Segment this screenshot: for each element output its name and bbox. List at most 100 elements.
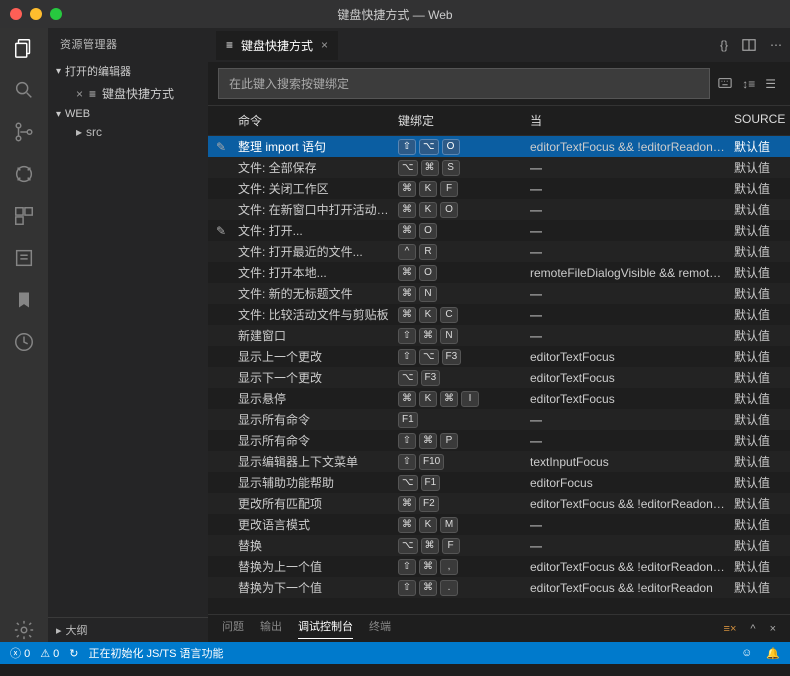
keybinding-row[interactable]: ✎整理 import 语句⇧⌥OeditorTextFocus && !edit… [208, 136, 790, 157]
close-icon[interactable]: × [76, 87, 83, 101]
record-keys-icon[interactable] [718, 77, 732, 91]
sort-icon[interactable]: ↕≡ [742, 77, 755, 91]
editor-area: ≡ 键盘快捷方式 × {} ⋯ 在此键入搜索按键绑定 ↕≡ ☰ 命令 键绑定 当… [208, 28, 790, 642]
when-label: textInputFocus [518, 455, 734, 469]
keycap: N [419, 286, 437, 302]
keybinding-row[interactable]: 显示编辑器上下文菜单⇧F10textInputFocus默认值 [208, 451, 790, 472]
status-errors[interactable]: ⓧ 0 [10, 645, 30, 661]
panel-tab[interactable]: 问题 [222, 618, 244, 639]
source-control-icon[interactable] [12, 120, 36, 144]
debug-icon[interactable] [12, 162, 36, 186]
edit-icon[interactable]: ✎ [216, 140, 226, 154]
source-label: 默认值 [734, 537, 790, 554]
keybinding-row[interactable]: 替换为上一个值⇧⌘,editorTextFocus && !editorRead… [208, 556, 790, 577]
keybinding-row[interactable]: 文件: 比较活动文件与剪贴板⌘KC—默认值 [208, 304, 790, 325]
status-warnings[interactable]: ⚠ 0 [40, 647, 59, 660]
references-icon[interactable] [12, 246, 36, 270]
keybinding-row[interactable]: ✎文件: 打开...⌘O—默认值 [208, 220, 790, 241]
open-editor-item[interactable]: ×≡键盘快捷方式 [48, 82, 208, 105]
keycap: O [419, 223, 437, 239]
panel-tab[interactable]: 终端 [369, 618, 391, 639]
command-label: 替换为上一个值 [238, 558, 398, 575]
tab-label: 键盘快捷方式 [241, 37, 313, 54]
outline-header[interactable]: ▸大纲 [48, 617, 208, 642]
keybinding-row[interactable]: 显示悬停⌘K⌘IeditorTextFocus默认值 [208, 388, 790, 409]
search-input[interactable]: 在此键入搜索按键绑定 [218, 68, 710, 99]
keybinding-row[interactable]: 新建窗口⇧⌘N—默认值 [208, 325, 790, 346]
keycap: ⌘ [398, 517, 416, 533]
source-label: 默认值 [734, 201, 790, 218]
window-title: 键盘快捷方式 — Web [337, 6, 452, 23]
keybinding-row[interactable]: 显示上一个更改⇧⌥F3editorTextFocus默认值 [208, 346, 790, 367]
open-json-icon[interactable]: {} [720, 38, 728, 52]
keybinding-row[interactable]: 文件: 全部保存⌥⌘S—默认值 [208, 157, 790, 178]
keycap: ⌥ [398, 370, 418, 386]
clear-icon[interactable]: ≡× [724, 623, 737, 635]
command-label: 更改语言模式 [238, 516, 398, 533]
keybinding-keys: ⌥⌘F [398, 538, 518, 554]
keybinding-row[interactable]: 显示下一个更改⌥F3editorTextFocus默认值 [208, 367, 790, 388]
column-when[interactable]: 当 [518, 112, 734, 129]
workspace-header[interactable]: ▾WEB [48, 105, 208, 123]
keycap: . [440, 580, 458, 596]
close-panel-icon[interactable]: × [770, 623, 776, 635]
tab-keyboard-shortcuts[interactable]: ≡ 键盘快捷方式 × [216, 31, 338, 60]
keybinding-row[interactable]: 文件: 新的无标题文件⌘N—默认值 [208, 283, 790, 304]
notifications-icon[interactable]: 🔔 [766, 647, 780, 660]
keycap: ⌘ [440, 391, 458, 407]
maximize-window-button[interactable] [50, 8, 62, 20]
filter-icon[interactable]: ☰ [765, 77, 776, 91]
minimize-window-button[interactable] [30, 8, 42, 20]
keybinding-row[interactable]: 文件: 关闭工作区⌘KF—默认值 [208, 178, 790, 199]
source-label: 默认值 [734, 285, 790, 302]
keybinding-row[interactable]: 更改所有匹配项⌘F2editorTextFocus && !editorRead… [208, 493, 790, 514]
when-label: — [518, 308, 734, 322]
keybinding-row[interactable]: 显示所有命令⇧⌘P—默认值 [208, 430, 790, 451]
keybinding-row[interactable]: 显示辅助功能帮助⌥F1editorFocus默认值 [208, 472, 790, 493]
tab-icon: ≡ [226, 38, 233, 52]
tree-item-label: src [86, 125, 102, 139]
explorer-icon[interactable] [12, 36, 36, 60]
panel-tab[interactable]: 调试控制台 [298, 618, 353, 639]
when-label: editorTextFocus && !editorReadon… [518, 560, 734, 574]
close-icon[interactable]: × [321, 38, 328, 52]
keybinding-row[interactable]: 更改语言模式⌘KM—默认值 [208, 514, 790, 535]
column-command[interactable]: 命令 [238, 112, 398, 129]
keycap: ⌘ [421, 538, 439, 554]
column-source[interactable]: SOURCE [734, 112, 790, 129]
command-label: 文件: 打开... [238, 222, 398, 239]
command-label: 文件: 关闭工作区 [238, 180, 398, 197]
keycap: ⌥ [398, 160, 418, 176]
extensions-icon[interactable] [12, 204, 36, 228]
chevron-up-icon[interactable]: ^ [750, 623, 755, 635]
settings-icon[interactable] [12, 618, 36, 642]
live-share-icon[interactable] [12, 330, 36, 354]
keybinding-row[interactable]: 替换⌥⌘F—默认值 [208, 535, 790, 556]
panel-tab[interactable]: 输出 [260, 618, 282, 639]
edit-icon[interactable]: ✎ [216, 224, 226, 238]
when-label: — [518, 203, 734, 217]
column-keybinding[interactable]: 键绑定 [398, 112, 518, 129]
command-label: 显示悬停 [238, 390, 398, 407]
editor-tabs: ≡ 键盘快捷方式 × {} ⋯ [208, 28, 790, 62]
source-label: 默认值 [734, 180, 790, 197]
search-icon[interactable] [12, 78, 36, 102]
status-message[interactable]: 正在初始化 JS/TS 语言功能 [88, 645, 223, 661]
split-editor-icon[interactable] [742, 38, 756, 52]
tree-item-src[interactable]: ▸src [48, 123, 208, 141]
keycap: ⌘ [421, 160, 439, 176]
open-editors-header[interactable]: ▾打开的编辑器 [48, 60, 208, 82]
keybinding-keys: ⌘O [398, 223, 518, 239]
keybinding-row[interactable]: 文件: 打开最近的文件...^R—默认值 [208, 241, 790, 262]
keybinding-row[interactable]: 替换为下一个值⇧⌘.editorTextFocus && !editorRead… [208, 577, 790, 598]
feedback-icon[interactable]: ☺ [741, 647, 752, 660]
keybinding-row[interactable]: 显示所有命令F1—默认值 [208, 409, 790, 430]
sidebar-title: 资源管理器 [48, 28, 208, 60]
keybinding-row[interactable]: 文件: 在新窗口中打开活动文...⌘KO—默认值 [208, 199, 790, 220]
source-label: 默认值 [734, 495, 790, 512]
bookmark-icon[interactable] [12, 288, 36, 312]
keycap: ⇧ [398, 559, 416, 575]
keybinding-row[interactable]: 文件: 打开本地...⌘OremoteFileDialogVisible && … [208, 262, 790, 283]
more-icon[interactable]: ⋯ [770, 38, 782, 52]
close-window-button[interactable] [10, 8, 22, 20]
